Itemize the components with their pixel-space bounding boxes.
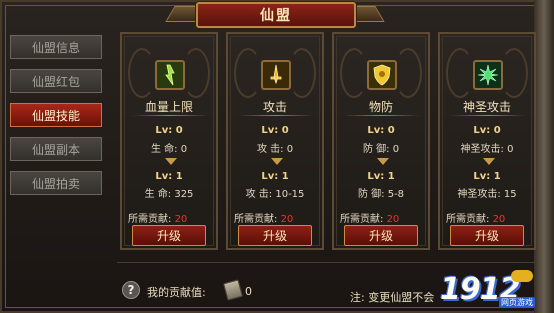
card-ornament xyxy=(500,48,528,98)
health-skill-icon xyxy=(155,60,185,90)
holy-attack-skill-icon xyxy=(473,60,503,90)
tab-label: 仙盟红包 xyxy=(31,74,80,89)
current-level: Lv: 0 xyxy=(261,125,289,136)
upgrade-button[interactable]: 升级 xyxy=(132,225,206,246)
next-level: Lv: 1 xyxy=(261,171,289,182)
stat-value: 5-8 xyxy=(387,189,405,200)
tab-guild-skills[interactable]: 仙盟技能 xyxy=(10,103,102,127)
skill-name: 神圣攻击 xyxy=(462,100,511,114)
required-label: 所需贡献: xyxy=(234,214,278,225)
skill-name: 物防 xyxy=(368,100,393,114)
next-level: Lv: 1 xyxy=(473,171,501,182)
watermark-subtitle: 网页游戏 xyxy=(499,297,535,308)
required-value: 20 xyxy=(492,214,506,225)
stat-label: 攻 击: xyxy=(256,144,284,155)
divider xyxy=(132,115,208,116)
defense-skill-icon xyxy=(367,60,397,90)
upgrade-arrow-icon xyxy=(377,158,389,165)
stat-value: 325 xyxy=(174,189,194,200)
card-ornament xyxy=(288,48,316,98)
tab-guild-info[interactable]: 仙盟信息 xyxy=(10,35,102,59)
skill-name: 血量上限 xyxy=(144,100,193,114)
scroll-icon xyxy=(222,279,244,301)
required-label: 所需贡献: xyxy=(340,214,384,225)
divider xyxy=(344,115,420,116)
stat-value: 0 xyxy=(180,144,188,155)
stat-label: 防 御: xyxy=(362,144,390,155)
required-label: 所需贡献: xyxy=(128,214,172,225)
note-text: 注: 变更仙盟不会 xyxy=(350,291,435,304)
current-level: Lv: 0 xyxy=(155,125,183,136)
next-stat: 防 御: 5-8 xyxy=(334,185,428,200)
required-value: 20 xyxy=(174,214,188,225)
card-ornament xyxy=(128,48,156,98)
tab-guild-dungeon[interactable]: 仙盟副本 xyxy=(10,137,102,161)
background-scenery xyxy=(534,0,554,313)
tab-label: 仙盟副本 xyxy=(31,142,80,157)
stat-label: 生 命: xyxy=(144,189,172,200)
next-level: Lv: 1 xyxy=(367,171,395,182)
skill-card-holy-attack: 神圣攻击 Lv: 0 神圣攻击: 0 Lv: 1 神圣攻击: 15 所需贡献: … xyxy=(438,32,536,250)
required-label: 所需贡献: xyxy=(446,214,490,225)
card-ornament xyxy=(340,48,368,98)
next-stat: 攻 击: 10-15 xyxy=(228,185,322,200)
upgrade-arrow-icon xyxy=(483,158,495,165)
next-stat: 生 命: 325 xyxy=(122,185,216,200)
skill-card-attack: 攻击 Lv: 0 攻 击: 0 Lv: 1 攻 击: 10-15 所需贡献: 2… xyxy=(226,32,324,250)
upgrade-arrow-icon xyxy=(271,158,283,165)
tab-label: 仙盟拍卖 xyxy=(31,176,80,191)
skill-card-health: 血量上限 Lv: 0 生 命: 0 Lv: 1 生 命: 325 所需贡献: 2… xyxy=(120,32,218,250)
required-contribution: 所需贡献: 20 xyxy=(234,210,320,225)
card-ornament xyxy=(394,48,422,98)
upgrade-arrow-icon xyxy=(165,158,177,165)
next-level: Lv: 1 xyxy=(155,171,183,182)
divider xyxy=(238,115,314,116)
watermark-badge xyxy=(511,270,533,282)
current-stat: 攻 击: 0 xyxy=(228,140,322,155)
stat-label: 神圣攻击: xyxy=(457,189,501,200)
tab-guild-auction[interactable]: 仙盟拍卖 xyxy=(10,171,102,195)
card-ornament xyxy=(446,48,474,98)
current-level: Lv: 0 xyxy=(367,125,395,136)
stat-value: 0 xyxy=(392,144,400,155)
current-stat: 神圣攻击: 0 xyxy=(440,140,534,155)
stat-value: 0 xyxy=(507,144,514,155)
required-contribution: 所需贡献: 20 xyxy=(446,210,532,225)
tab-label: 仙盟技能 xyxy=(31,108,80,123)
stat-label: 防 御: xyxy=(357,189,385,200)
current-stat: 防 御: 0 xyxy=(334,140,428,155)
divider xyxy=(450,115,526,116)
card-ornament xyxy=(234,48,262,98)
required-contribution: 所需贡献: 20 xyxy=(128,210,214,225)
site-watermark: 1912 网页游戏 xyxy=(440,268,535,310)
next-stat: 神圣攻击: 15 xyxy=(440,185,534,200)
current-stat: 生 命: 0 xyxy=(122,140,216,155)
skill-cards: 血量上限 Lv: 0 生 命: 0 Lv: 1 生 命: 325 所需贡献: 2… xyxy=(117,32,537,252)
upgrade-button[interactable]: 升级 xyxy=(238,225,312,246)
skill-name: 攻击 xyxy=(262,100,287,114)
my-contribution-value: 0 xyxy=(245,285,252,298)
card-ornament xyxy=(182,48,210,98)
tab-guild-red-packet[interactable]: 仙盟红包 xyxy=(10,69,102,93)
sidebar: 仙盟信息 仙盟红包 仙盟技能 仙盟副本 仙盟拍卖 xyxy=(10,35,105,255)
required-contribution: 所需贡献: 20 xyxy=(340,210,426,225)
current-level: Lv: 0 xyxy=(473,125,501,136)
stat-value: 10-15 xyxy=(275,189,305,200)
attack-skill-icon xyxy=(261,60,291,90)
tab-label: 仙盟信息 xyxy=(31,40,80,55)
window-title: 仙盟 xyxy=(260,8,292,24)
stat-label: 生 命: xyxy=(150,144,178,155)
upgrade-button[interactable]: 升级 xyxy=(344,225,418,246)
skill-card-defense: 物防 Lv: 0 防 御: 0 Lv: 1 防 御: 5-8 所需贡献: 20 … xyxy=(332,32,430,250)
required-value: 20 xyxy=(280,214,294,225)
title-plate: 仙盟 xyxy=(196,2,356,28)
stat-label: 攻 击: xyxy=(245,189,273,200)
stat-label: 神圣攻击: xyxy=(460,144,504,155)
upgrade-button[interactable]: 升级 xyxy=(450,225,524,246)
required-value: 20 xyxy=(386,214,400,225)
help-icon[interactable]: ? xyxy=(122,281,140,299)
stat-value: 15 xyxy=(503,189,517,200)
stat-value: 0 xyxy=(286,144,294,155)
my-contribution-label: 我的贡献值: xyxy=(147,286,206,299)
